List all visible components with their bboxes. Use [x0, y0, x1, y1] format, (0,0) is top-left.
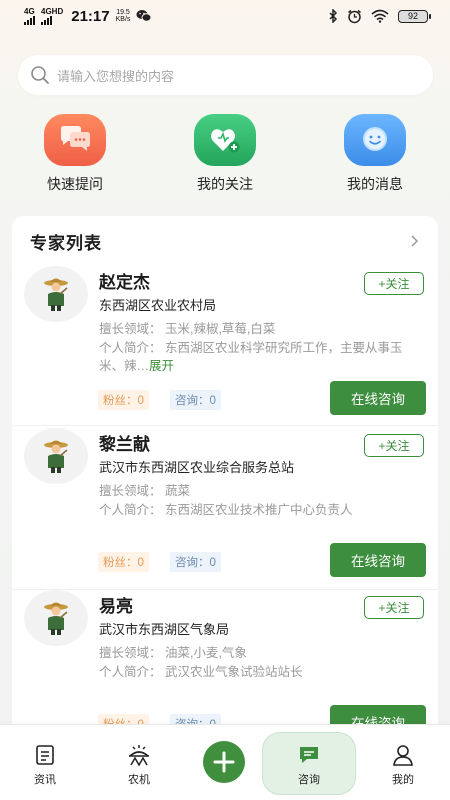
follow-button[interactable]: +关注: [364, 434, 424, 457]
clock: 21:17: [71, 7, 110, 25]
chevron-right-icon[interactable]: [410, 234, 420, 248]
consult-chat-icon: [300, 747, 318, 763]
expert-bio: 个人简介： 东西湖区农业科学研究所工作，主要从事玉米、辣…展开: [99, 339, 419, 375]
expert-field: 擅长领域： 蔬菜: [99, 484, 190, 498]
shortcut-label: 我的消息: [347, 176, 403, 192]
expand-link[interactable]: 展开: [149, 359, 174, 373]
expert-org: 武汉市东西湖区气象局: [99, 622, 230, 637]
expert-bio: 个人简介： 武汉农业气象试验站站长: [99, 663, 419, 681]
signal-icon: [24, 15, 35, 25]
expert-bio-text: 个人简介： 东西湖区农业技术推广中心负责人: [99, 503, 353, 517]
shortcut-label: 快速提问: [47, 176, 103, 192]
bluetooth-icon: [329, 9, 338, 23]
expert-field: 擅长领域： 油菜,小麦,气象: [99, 646, 247, 660]
expert-bio: 个人简介： 东西湖区农业技术推广中心负责人: [99, 501, 419, 519]
consult-count-badge: 咨询：0: [170, 390, 221, 410]
shortcut-my-messages[interactable]: 我的消息: [315, 114, 435, 194]
expert-name: 易亮: [99, 597, 133, 616]
user-icon: [393, 745, 413, 766]
tractor-icon: [129, 745, 149, 767]
net-speed: 19.5 KB/s: [116, 9, 131, 23]
expert-bio-text: 个人简介： 东西湖区农业科学研究所工作，主要从事玉米、辣…: [99, 341, 403, 373]
avatar: [24, 266, 88, 322]
nav-item-machinery[interactable]: 农机: [104, 743, 174, 787]
net-speed-value: 19.5: [116, 9, 130, 16]
search-icon: [31, 66, 49, 84]
fans-badge: 粉丝：0: [98, 390, 149, 410]
consult-count-badge: 咨询：0: [170, 552, 221, 572]
plus-icon: [213, 751, 235, 773]
add-button[interactable]: [203, 741, 245, 783]
expert-item[interactable]: 易亮 +关注武汉市东西湖区气象局擅长领域： 油菜,小麦,气象个人简介： 武汉农业气…: [12, 590, 438, 746]
nav-item-news[interactable]: 资讯: [10, 743, 80, 787]
chat-bubbles-icon: [44, 114, 106, 166]
nav-label: 咨询: [298, 774, 320, 786]
bottom-nav: 资讯 农机 咨询 我的: [0, 724, 450, 800]
avatar: [24, 590, 88, 646]
nav-label: 我的: [392, 774, 414, 786]
battery-icon: 92: [398, 9, 431, 23]
alarm-icon: [348, 9, 361, 23]
wifi-icon: [371, 9, 389, 23]
search-input[interactable]: 请输入您想搜的内容: [18, 55, 433, 95]
battery-level: 92: [407, 11, 418, 21]
news-icon: [36, 745, 54, 765]
status-bar: 4G 4GHD 21:17 19.5 KB/s 92: [0, 0, 450, 32]
expert-item[interactable]: 黎兰献 +关注武汉市东西湖区农业综合服务总站 擅长领域： 蔬菜个人简介： 东西湖区农…: [12, 428, 438, 590]
smiley-message-icon: [344, 114, 406, 166]
expert-bio-text: 个人简介： 武汉农业气象试验站站长: [99, 665, 303, 679]
nav-label: 资讯: [34, 774, 56, 786]
follow-button[interactable]: +关注: [364, 596, 424, 619]
expert-field: 擅长领域： 玉米,辣椒,草莓,白菜: [99, 322, 276, 336]
network-indicator: 4G: [24, 6, 35, 25]
signal-icon-2: [41, 15, 52, 25]
expert-name: 赵定杰: [99, 273, 150, 292]
expert-item[interactable]: 赵定杰 +关注东西湖区农业农村局擅长领域： 玉米,辣椒,草莓,白菜个人简介： 东西…: [12, 266, 438, 426]
expert-list-title: 专家列表: [30, 233, 102, 253]
shortcut-quick-question[interactable]: 快速提问: [15, 114, 135, 194]
expert-org: 武汉市东西湖区农业综合服务总站: [99, 460, 295, 475]
online-consult-button[interactable]: 在线咨询: [330, 381, 426, 415]
search-placeholder: 请输入您想搜的内容: [57, 68, 175, 84]
expert-list-header[interactable]: 专家列表: [12, 216, 438, 266]
nav-item-mine[interactable]: 我的: [368, 743, 438, 787]
expert-list-card: 专家列表 赵定杰 +关注 东西湖区农业农村局 擅长领域： 玉米,辣椒,草莓,白菜 个人简…: [12, 216, 438, 746]
shortcut-my-follows[interactable]: 我的关注: [165, 114, 285, 194]
shortcut-label: 我的关注: [197, 176, 253, 192]
network-indicator-2: 4GHD: [41, 6, 64, 25]
expert-name: 黎兰献: [99, 435, 150, 454]
follow-button[interactable]: +关注: [364, 272, 424, 295]
fans-badge: 粉丝：0: [98, 552, 149, 572]
expert-org: 东西湖区农业农村局: [99, 298, 217, 313]
avatar: [24, 428, 88, 484]
network-type-2: 4GHD: [41, 6, 64, 16]
nav-label: 农机: [128, 774, 150, 786]
network-type: 4G: [24, 6, 35, 16]
shortcut-row: 快速提问 我的关注 我的消息: [0, 114, 450, 194]
nav-item-consult[interactable]: 咨询: [274, 743, 344, 787]
heart-plus-icon: [194, 114, 256, 166]
wechat-icon: [136, 10, 152, 22]
online-consult-button[interactable]: 在线咨询: [330, 543, 426, 577]
net-speed-unit: KB/s: [115, 16, 131, 23]
